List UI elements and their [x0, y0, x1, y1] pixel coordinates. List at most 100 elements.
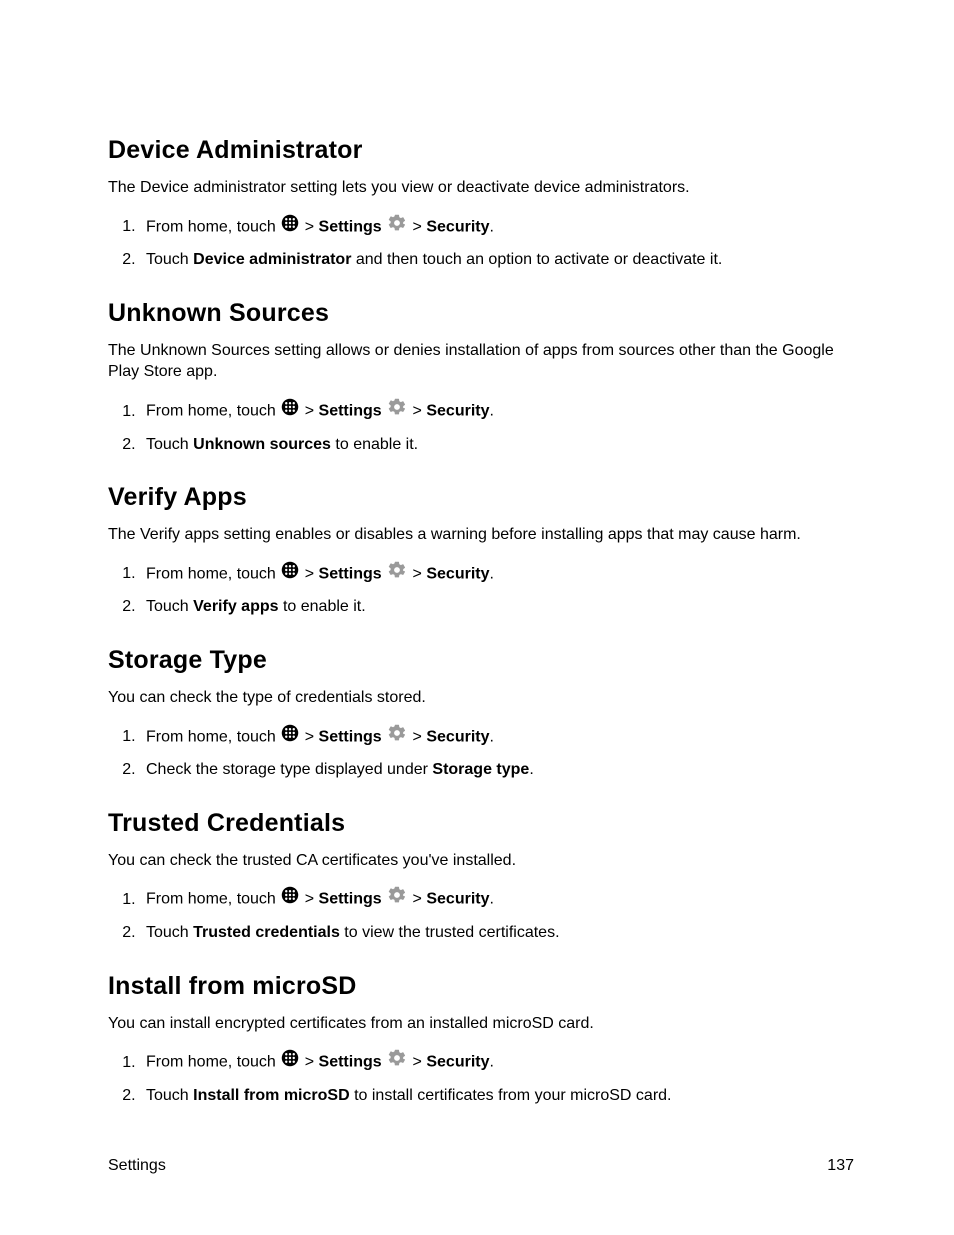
period: . — [489, 218, 493, 235]
settings-label: Settings — [319, 218, 382, 235]
period: . — [489, 1054, 493, 1071]
step1-prefix: From home, touch — [146, 565, 280, 582]
settings-label: Settings — [319, 565, 382, 582]
gt: > — [413, 403, 427, 420]
period: . — [489, 565, 493, 582]
step2-prefix: Touch — [146, 598, 193, 615]
step-2: Touch Unknown sources to enable it. — [140, 432, 854, 458]
gt: > — [413, 565, 427, 582]
gt: > — [413, 891, 427, 908]
security-label: Security — [426, 565, 489, 582]
heading-storage-type: Storage Type — [108, 646, 854, 675]
gt: > — [300, 218, 318, 235]
step-2: Check the storage type displayed under S… — [140, 757, 854, 783]
step2-bold: Device administrator — [193, 251, 351, 268]
security-label: Security — [426, 403, 489, 420]
heading-device-administrator: Device Administrator — [108, 136, 854, 165]
steps-trusted-credentials: From home, touch > Settings > Security. … — [108, 885, 854, 945]
security-label: Security — [426, 1054, 489, 1071]
desc-install-from-microsd: You can install encrypted certificates f… — [108, 1013, 854, 1035]
step1-prefix: From home, touch — [146, 891, 280, 908]
step2-suffix: to install certificates from your microS… — [350, 1087, 672, 1104]
settings-label: Settings — [319, 728, 382, 745]
step1-prefix: From home, touch — [146, 728, 280, 745]
apps-icon — [281, 724, 299, 751]
step-1: From home, touch > Settings > Security. — [140, 1048, 854, 1077]
step2-prefix: Touch — [146, 436, 193, 453]
period: . — [489, 728, 493, 745]
period: . — [489, 403, 493, 420]
page-footer: Settings 137 — [108, 1157, 854, 1175]
footer-section: Settings — [108, 1157, 166, 1175]
gear-icon — [387, 397, 407, 426]
gear-icon — [387, 1048, 407, 1077]
security-label: Security — [426, 891, 489, 908]
step2-suffix: to enable it. — [279, 598, 366, 615]
step-2: Touch Verify apps to enable it. — [140, 594, 854, 620]
apps-icon — [281, 214, 299, 241]
settings-label: Settings — [319, 891, 382, 908]
desc-trusted-credentials: You can check the trusted CA certificate… — [108, 850, 854, 872]
settings-label: Settings — [319, 1054, 382, 1071]
step2-bold: Trusted credentials — [193, 924, 340, 941]
step2-prefix: Touch — [146, 251, 193, 268]
gt: > — [413, 218, 427, 235]
gt: > — [300, 565, 318, 582]
apps-icon — [281, 398, 299, 425]
period: . — [489, 891, 493, 908]
step-1: From home, touch > Settings > Security. — [140, 885, 854, 914]
step2-prefix: Check the storage type displayed under — [146, 761, 432, 778]
step-2: Touch Trusted credentials to view the tr… — [140, 920, 854, 946]
gt: > — [300, 1054, 318, 1071]
gt: > — [413, 1054, 427, 1071]
desc-device-administrator: The Device administrator setting lets yo… — [108, 177, 854, 199]
gear-icon — [387, 723, 407, 752]
security-label: Security — [426, 728, 489, 745]
steps-unknown-sources: From home, touch > Settings > Security. … — [108, 397, 854, 457]
step2-suffix: to enable it. — [331, 436, 418, 453]
step-2: Touch Device administrator and then touc… — [140, 247, 854, 273]
step2-prefix: Touch — [146, 924, 193, 941]
gear-icon — [387, 885, 407, 914]
heading-unknown-sources: Unknown Sources — [108, 299, 854, 328]
step-1: From home, touch > Settings > Security. — [140, 723, 854, 752]
step-1: From home, touch > Settings > Security. — [140, 397, 854, 426]
heading-trusted-credentials: Trusted Credentials — [108, 809, 854, 838]
document-page: Device Administrator The Device administ… — [0, 0, 954, 1235]
steps-storage-type: From home, touch > Settings > Security. … — [108, 723, 854, 783]
step2-suffix: . — [529, 761, 533, 778]
steps-device-administrator: From home, touch > Settings > Security. … — [108, 213, 854, 273]
gt: > — [413, 728, 427, 745]
step1-prefix: From home, touch — [146, 403, 280, 420]
security-label: Security — [426, 218, 489, 235]
desc-storage-type: You can check the type of credentials st… — [108, 687, 854, 709]
steps-verify-apps: From home, touch > Settings > Security. … — [108, 560, 854, 620]
gt: > — [300, 728, 318, 745]
step-1: From home, touch > Settings > Security. — [140, 213, 854, 242]
step2-bold: Install from microSD — [193, 1087, 349, 1104]
step2-suffix: and then touch an option to activate or … — [351, 251, 722, 268]
settings-label: Settings — [319, 403, 382, 420]
step-1: From home, touch > Settings > Security. — [140, 560, 854, 589]
heading-verify-apps: Verify Apps — [108, 483, 854, 512]
steps-install-from-microsd: From home, touch > Settings > Security. … — [108, 1048, 854, 1108]
step2-bold: Verify apps — [193, 598, 278, 615]
apps-icon — [281, 561, 299, 588]
step1-prefix: From home, touch — [146, 1054, 280, 1071]
step2-bold: Storage type — [432, 761, 529, 778]
step2-suffix: to view the trusted certificates. — [340, 924, 560, 941]
heading-install-from-microsd: Install from microSD — [108, 972, 854, 1001]
desc-unknown-sources: The Unknown Sources setting allows or de… — [108, 340, 854, 383]
gear-icon — [387, 560, 407, 589]
gt: > — [300, 403, 318, 420]
gear-icon — [387, 213, 407, 242]
gt: > — [300, 891, 318, 908]
apps-icon — [281, 1049, 299, 1076]
footer-page-number: 137 — [827, 1157, 854, 1175]
step2-bold: Unknown sources — [193, 436, 331, 453]
step1-prefix: From home, touch — [146, 218, 280, 235]
apps-icon — [281, 886, 299, 913]
step-2: Touch Install from microSD to install ce… — [140, 1083, 854, 1109]
desc-verify-apps: The Verify apps setting enables or disab… — [108, 524, 854, 546]
step2-prefix: Touch — [146, 1087, 193, 1104]
